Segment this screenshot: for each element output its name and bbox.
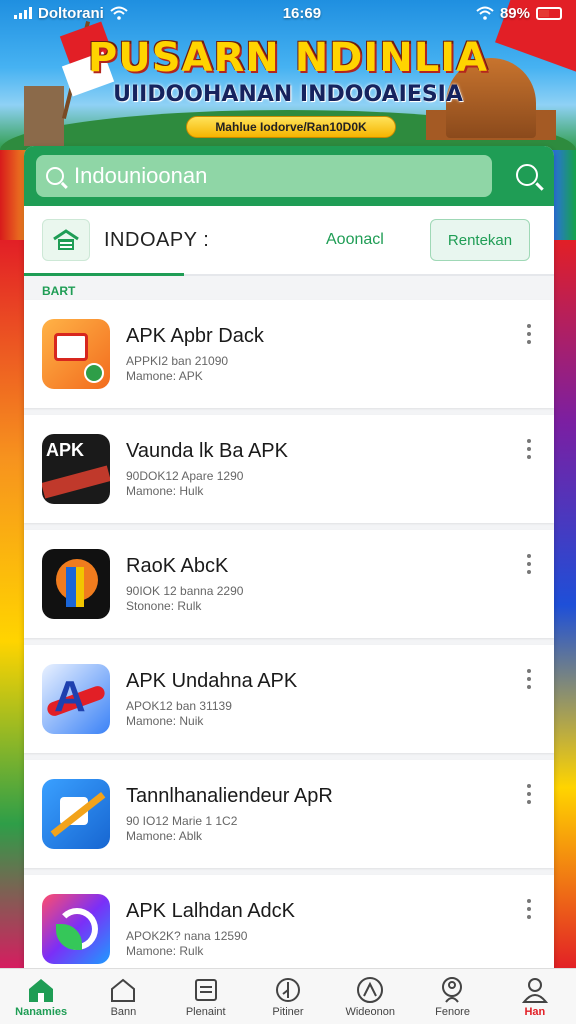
list-item[interactable]: A APK Undahna APK APOK12 ban 31139 Mamon… (24, 645, 554, 753)
app-meta: Mamone: Rulk (126, 943, 204, 958)
search-header: Indounioonan (24, 146, 554, 206)
more-options-icon[interactable] (526, 439, 532, 459)
nav-label: Bann (110, 1005, 137, 1018)
compass-icon (274, 976, 302, 1004)
more-options-icon[interactable] (526, 669, 532, 689)
list-item[interactable]: APK Apbr Dack APPKI2 ban 21090 Mamone: A… (24, 300, 554, 408)
nav-item-bann[interactable]: Bann (83, 976, 163, 1018)
bat-icon (42, 779, 110, 849)
brand-action-button[interactable]: Rentekan (430, 219, 530, 261)
letter-p-icon (42, 549, 110, 619)
profile-icon (521, 976, 549, 1004)
app-meta: Mamone: Ablk (126, 828, 203, 843)
app-meta: 90IOK 12 banna 2290 (126, 583, 244, 598)
search-person-icon (439, 976, 467, 1004)
nav-item-pitiner[interactable]: Pitiner (248, 976, 328, 1018)
clock: 16:69 (282, 4, 322, 22)
apk-badge-icon: APK (42, 434, 110, 504)
signal-icon (14, 7, 32, 19)
brand-link[interactable]: Aoonacl (326, 231, 416, 249)
nav-item-wideonon[interactable]: Wideonon (330, 976, 410, 1018)
status-bar: Doltorani 16:69 89% (0, 0, 576, 26)
brand-row: INDOAPY : Aoonacl Rentekan (24, 206, 554, 276)
nav-label: Fenore (435, 1005, 470, 1018)
search-placeholder: Indounioonan (74, 163, 208, 188)
banner-subtitle: UIIDOOHANAN INDOOAIESIA (113, 82, 463, 107)
nav-item-plenaint[interactable]: Plenaint (166, 976, 246, 1018)
nav-item-han[interactable]: Han (495, 976, 575, 1018)
battery-percent: 89% (499, 4, 530, 22)
app-meta: Mamone: Nuik (126, 713, 204, 728)
app-name: APK Lalhdan AdcK (126, 899, 296, 922)
document-icon (192, 976, 220, 1004)
wifi-icon (476, 6, 494, 20)
nav-label: Wideonon (345, 1005, 396, 1018)
app-name: APK Undahna APK (126, 669, 298, 692)
list-item[interactable]: RaoK AbcK 90IOK 12 banna 2290 Stonone: R… (24, 530, 554, 638)
app-meta: Mamone: APK (126, 368, 203, 383)
nav-label: Plenaint (185, 1005, 226, 1018)
search-input[interactable]: Indounioonan (36, 155, 492, 197)
app-meta: APOK2K? nana 12590 (126, 928, 248, 943)
home-icon (27, 976, 55, 1004)
more-options-icon[interactable] (526, 324, 532, 344)
app-meta: 90DOK12 Apare 1290 (126, 468, 244, 483)
app-meta: Stonone: Rulk (126, 598, 202, 613)
list-item[interactable]: APK Vaunda lk Ba APK 90DOK12 Apare 1290 … (24, 415, 554, 523)
bottom-nav: Nanamies Bann Plenaint Pitiner Wideonon … (0, 968, 576, 1024)
section-label: BART (42, 284, 76, 298)
app-name: APK Apbr Dack (126, 324, 264, 347)
app-list: APK Apbr Dack APPKI2 ban 21090 Mamone: A… (24, 300, 554, 976)
search-button[interactable] (516, 164, 538, 186)
carrier-name: Doltorani (38, 4, 104, 22)
nav-label: Pitiner (272, 1005, 304, 1018)
app-meta: APOK12 ban 31139 (126, 698, 232, 713)
house-outline-icon (109, 976, 137, 1004)
letter-a-icon: A (42, 664, 110, 734)
app-meta: 90 IO12 Marie 1 1C2 (126, 813, 241, 828)
app-store-card: Indounioonan INDOAPY : Aoonacl Rentekan … (24, 146, 554, 976)
brand-name: INDOAPY : (104, 228, 210, 251)
globe-icon (356, 976, 384, 1004)
list-item[interactable]: Tannlhanaliendeur ApR 90 IO12 Marie 1 1C… (24, 760, 554, 868)
nav-label: Nanamies (15, 1005, 68, 1018)
app-meta: Mamone: Hulk (126, 483, 204, 498)
banner-title: PUSARN NDINLIA (87, 35, 489, 81)
nav-item-home[interactable]: Nanamies (1, 976, 81, 1018)
more-options-icon[interactable] (526, 784, 532, 804)
nav-item-fenore[interactable]: Fenore (413, 976, 493, 1018)
search-icon (46, 167, 64, 185)
banner-pill[interactable]: Mahlue Iodorve/Ran10D0K (186, 116, 396, 138)
wifi-icon (110, 6, 128, 20)
more-options-icon[interactable] (526, 554, 532, 574)
battery-icon (536, 6, 562, 20)
more-options-icon[interactable] (526, 899, 532, 919)
chat-bubble-icon (42, 319, 110, 389)
app-name: Vaunda lk Ba APK (126, 439, 288, 462)
app-name: Tannlhanaliendeur ApR (126, 784, 333, 807)
nav-label: Han (524, 1005, 546, 1018)
list-item[interactable]: APK Lalhdan AdcK APOK2K? nana 12590 Mamo… (24, 875, 554, 976)
app-name: RaoK AbcK (126, 554, 229, 577)
swirl-icon (42, 894, 110, 964)
app-meta: APPKI2 ban 21090 (126, 353, 229, 368)
store-logo-icon[interactable] (42, 219, 90, 261)
